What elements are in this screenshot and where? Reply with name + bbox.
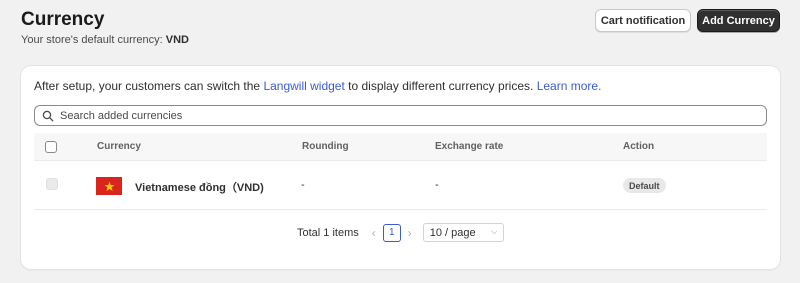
page-subtitle: Your store's default currency: VND <box>21 34 189 46</box>
total-items: Total 1 items <box>297 226 359 239</box>
subtitle-prefix: Your store's default currency: <box>21 34 166 46</box>
chevron-down-icon: ⌵ <box>490 226 498 236</box>
add-currency-button[interactable]: Add Currency <box>697 9 780 32</box>
column-header-exchange-rate: Exchange rate <box>435 141 504 152</box>
rounding-value: - <box>301 179 305 191</box>
widget-link[interactable]: Langwill widget <box>263 79 344 93</box>
search-icon <box>42 110 54 121</box>
search-field[interactable] <box>34 105 767 126</box>
search-input[interactable] <box>60 109 766 122</box>
default-currency-code: VND <box>165 34 190 46</box>
page-number-button[interactable]: 1 <box>382 223 401 242</box>
column-header-action: Action <box>623 141 655 152</box>
page-size-value: 10 / page <box>429 226 476 239</box>
currency-card: After setup, your customers can switch t… <box>21 66 780 269</box>
learn-more-link[interactable]: Learn more. <box>537 79 602 93</box>
column-header-currency: Currency <box>97 141 141 152</box>
exchange-rate-value: - <box>435 179 439 191</box>
select-all-checkbox[interactable] <box>45 141 57 153</box>
currency-name: Vietnamese đồng（VND) <box>135 182 264 194</box>
row-checkbox <box>46 178 58 190</box>
cart-notification-button[interactable]: Cart notification <box>595 9 691 32</box>
pagination: Total 1 items ‹ 1 › 10 / page ⌵ <box>297 222 504 243</box>
column-header-rounding: Rounding <box>302 141 349 152</box>
next-page-icon[interactable]: › <box>403 226 417 240</box>
page-title: Currency <box>21 9 105 30</box>
info-text-before: After setup, your customers can switch t… <box>34 79 264 93</box>
info-text-after: to display different currency prices. <box>344 79 537 93</box>
table-header: Currency Rounding Exchange rate Action <box>34 133 767 161</box>
default-badge: Default <box>623 178 666 193</box>
vietnam-flag-icon <box>96 177 122 195</box>
info-text: After setup, your customers can switch t… <box>34 79 601 93</box>
prev-page-icon[interactable]: ‹ <box>367 226 381 240</box>
table-row: Vietnamese đồng（VND) - - Default <box>34 161 767 210</box>
page-size-select[interactable]: 10 / page ⌵ <box>422 223 504 242</box>
